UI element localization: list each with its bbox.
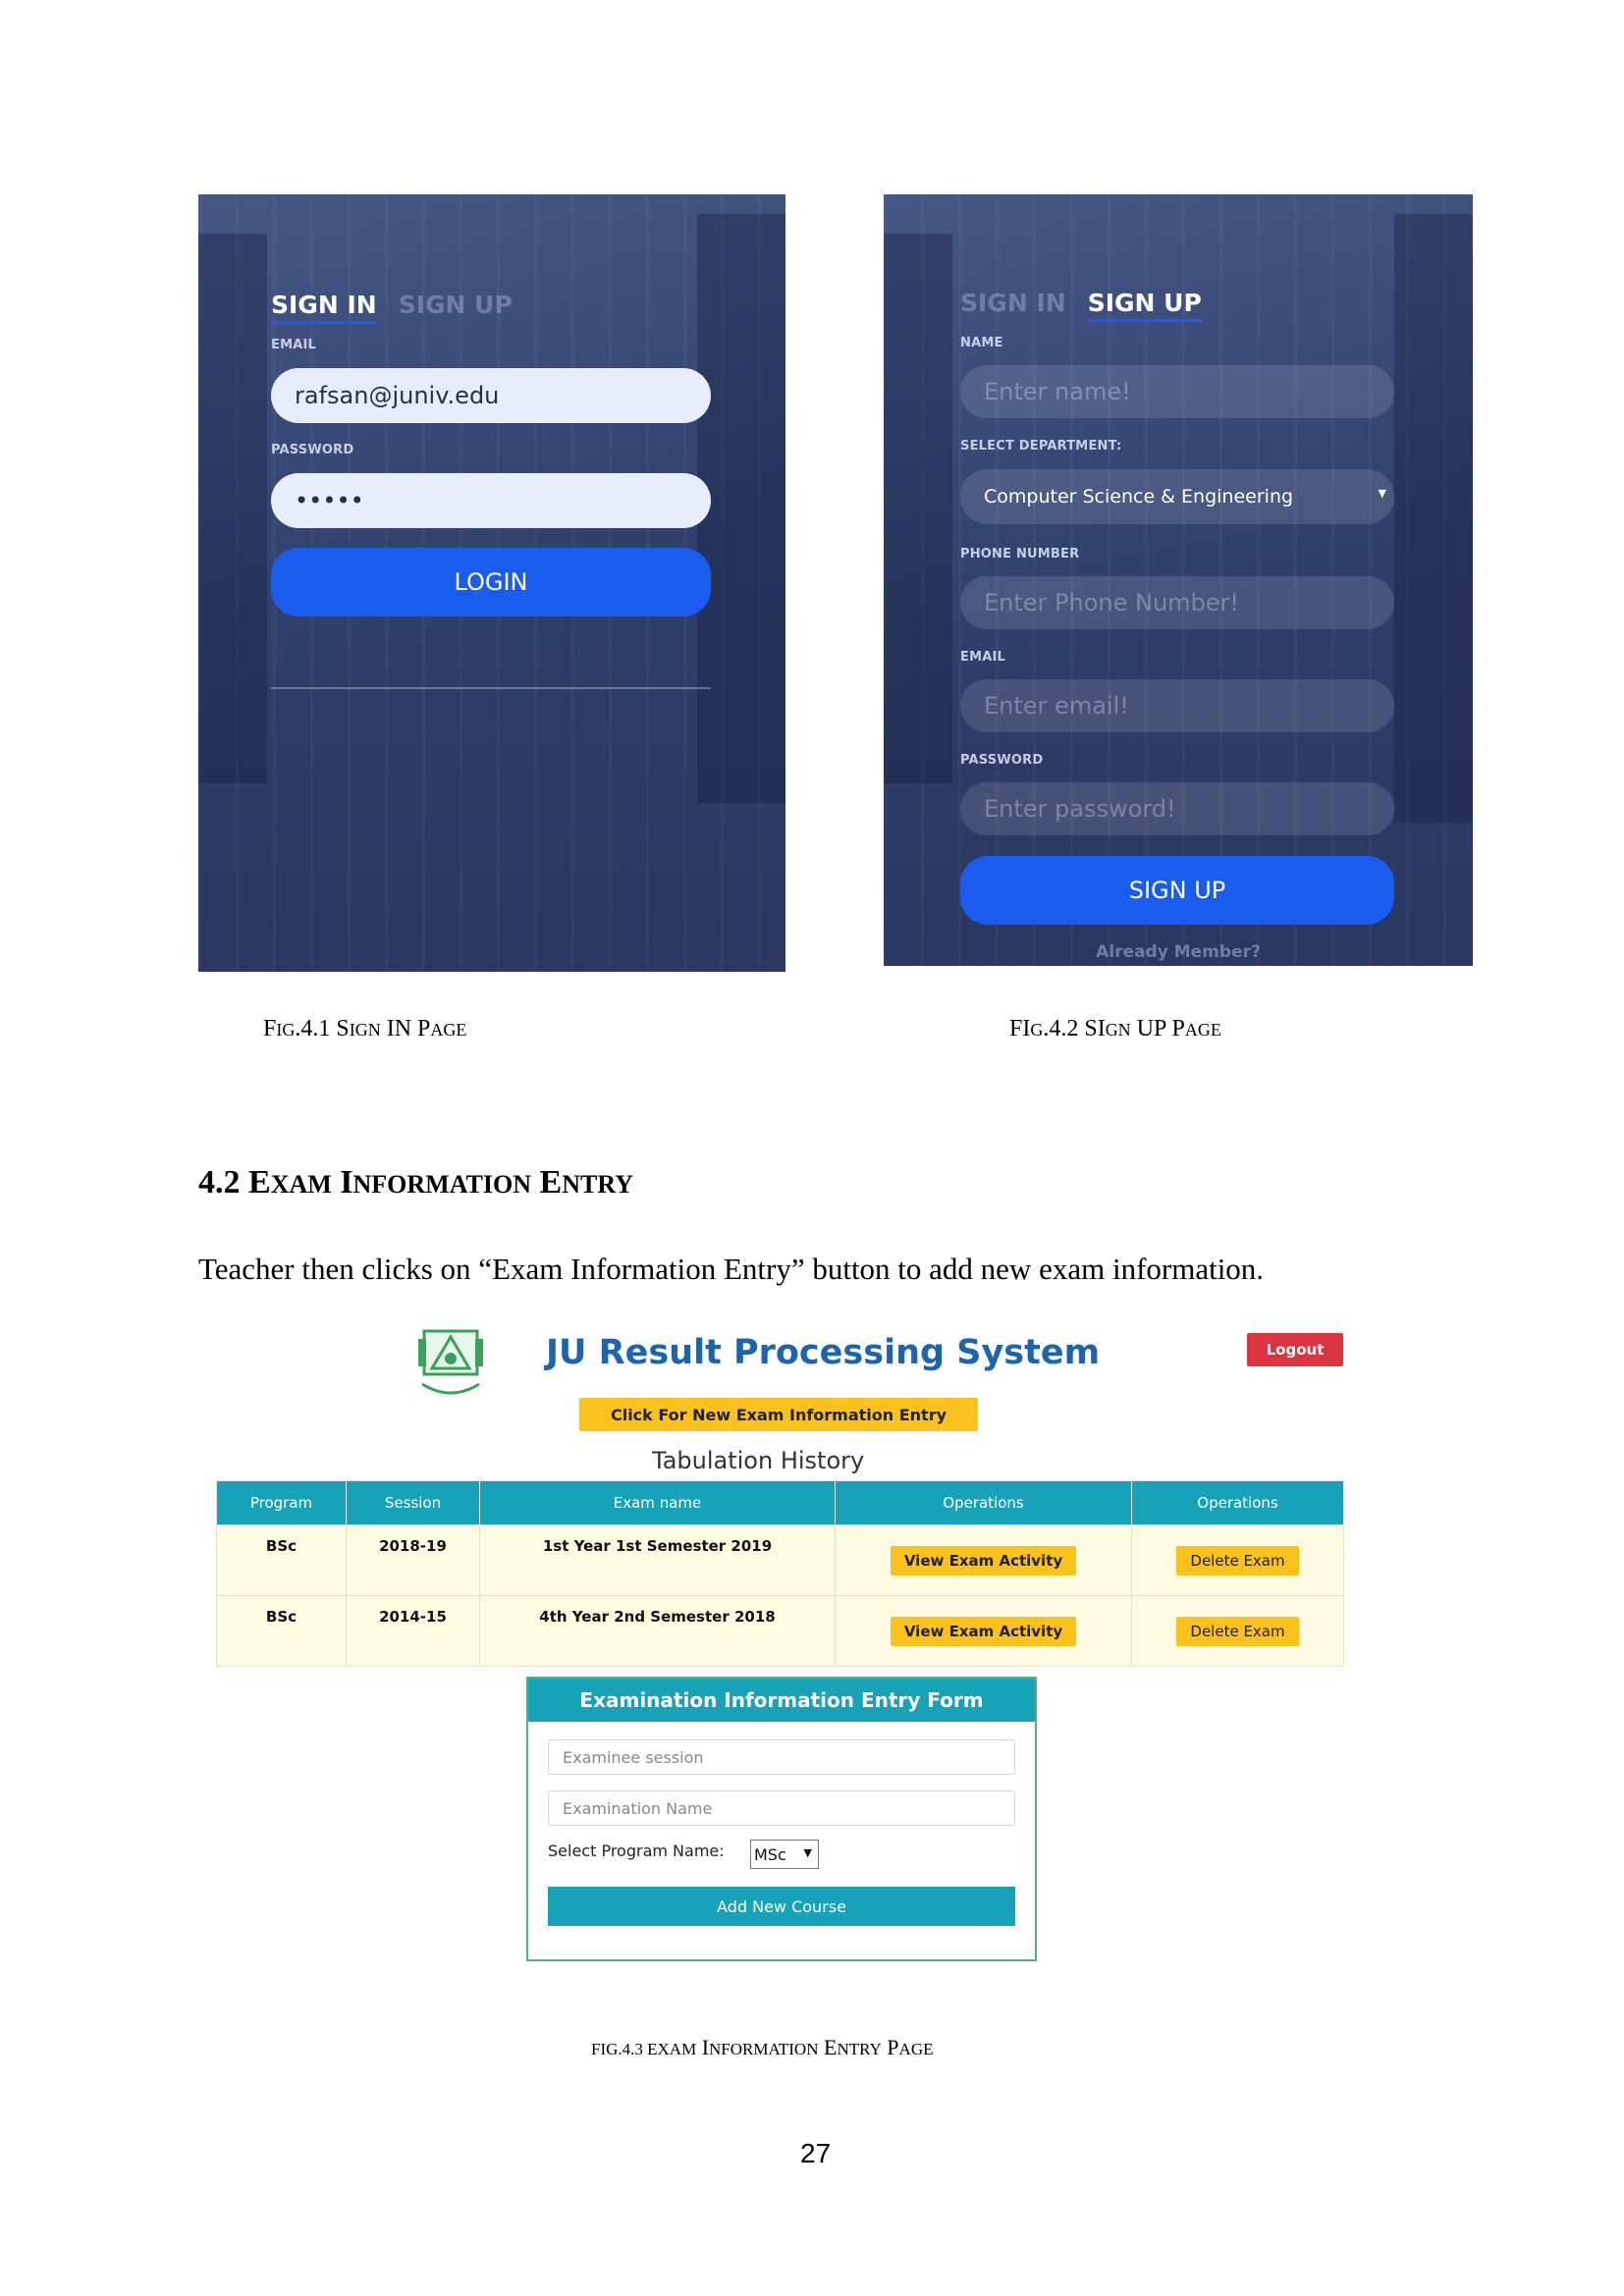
view-exam-activity-button[interactable]: View Exam Activity: [890, 1616, 1077, 1646]
column-header: Operations: [835, 1480, 1132, 1525]
session-cell: 2014-15: [346, 1595, 480, 1667]
signup-panel: SIGN IN SIGN UP NAME Enter name! SELECT …: [884, 194, 1473, 966]
view-cell: View Exam Activity: [835, 1595, 1132, 1667]
logout-button[interactable]: Logout: [1247, 1333, 1343, 1366]
university-logo: [418, 1329, 483, 1395]
figure-caption: FIG.4.1 SIGN IN PAGE: [263, 1016, 467, 1041]
signin-panel: SIGN IN SIGN UP EMAIL rafsan@juniv.edu P…: [198, 194, 785, 972]
name-label: NAME: [960, 336, 1003, 350]
tab-signin[interactable]: SIGN IN: [271, 291, 377, 324]
app-title: JU Result Processing System: [546, 1333, 1101, 1372]
program-label: Select Program Name:: [548, 1842, 725, 1860]
password-field[interactable]: Enter password!: [960, 782, 1394, 835]
page-number: 27: [800, 2138, 832, 2168]
signup-button[interactable]: SIGN UP: [960, 856, 1394, 925]
column-header: Program: [216, 1480, 347, 1525]
view-cell: View Exam Activity: [835, 1524, 1132, 1596]
name-field[interactable]: Enter name!: [960, 365, 1394, 418]
table-row: BSc 2014-15 4th Year 2nd Semester 2018 V…: [216, 1595, 1344, 1667]
chevron-down-icon: ▼: [803, 1846, 812, 1859]
tab-signin[interactable]: SIGN IN: [960, 289, 1066, 322]
background-building: [697, 214, 785, 803]
program-cell: BSc: [216, 1595, 347, 1667]
background-building: [1394, 214, 1473, 823]
password-label: PASSWORD: [271, 443, 354, 457]
department-label: SELECT DEPARTMENT:: [960, 439, 1122, 454]
table-header-row: Program Session Exam name Operations Ope…: [216, 1480, 1344, 1525]
history-title: Tabulation History: [652, 1447, 865, 1474]
delete-cell: Delete Exam: [1131, 1595, 1344, 1667]
delete-cell: Delete Exam: [1131, 1524, 1344, 1596]
body-paragraph: Teacher then clicks on “Exam Information…: [198, 1252, 1265, 1286]
program-select[interactable]: MSc ▼: [750, 1840, 819, 1869]
tabulation-history-table: Program Session Exam name Operations Ope…: [216, 1480, 1344, 1667]
column-header: Exam name: [479, 1480, 836, 1525]
email-field[interactable]: Enter email!: [960, 679, 1394, 732]
department-select[interactable]: Computer Science & Engineering ▼: [960, 469, 1394, 524]
delete-exam-button[interactable]: Delete Exam: [1176, 1545, 1299, 1575]
password-label: PASSWORD: [960, 753, 1044, 768]
department-value: Computer Science & Engineering: [984, 486, 1294, 507]
tab-signup[interactable]: SIGN UP: [399, 291, 513, 324]
program-value: MSc: [754, 1844, 786, 1864]
email-label: EMAIL: [960, 650, 1005, 665]
form-title: Examination Information Entry Form: [528, 1679, 1035, 1722]
exam-name-cell: 1st Year 1st Semester 2019: [479, 1524, 836, 1596]
figure-caption: FIG.4.2 SIGN UP PAGE: [1009, 1016, 1221, 1041]
login-button[interactable]: LOGIN: [271, 548, 711, 616]
chevron-down-icon: ▼: [1378, 487, 1386, 500]
exam-name-cell: 4th Year 2nd Semester 2018: [479, 1595, 836, 1667]
column-header: Session: [346, 1480, 480, 1525]
section-heading: 4.2 EXAM INFORMATION ENTRY: [198, 1164, 633, 1201]
password-field[interactable]: •••••: [271, 473, 711, 528]
column-header: Operations: [1131, 1480, 1344, 1525]
table-row: BSc 2018-19 1st Year 1st Semester 2019 V…: [216, 1524, 1344, 1596]
examination-name-input[interactable]: Examination Name: [548, 1790, 1015, 1826]
email-field[interactable]: rafsan@juniv.edu: [271, 368, 711, 423]
figure-caption: FIG.4.3 EXAM INFORMATION ENTRY PAGE: [591, 2035, 934, 2059]
new-exam-entry-button[interactable]: Click For New Exam Information Entry: [579, 1398, 978, 1431]
background-building: [884, 234, 952, 783]
add-new-course-button[interactable]: Add New Course: [548, 1887, 1015, 1926]
already-member-link[interactable]: Already Member?: [884, 942, 1473, 962]
view-exam-activity-button[interactable]: View Exam Activity: [890, 1545, 1077, 1575]
phone-label: PHONE NUMBER: [960, 547, 1080, 561]
divider: [271, 687, 711, 689]
exam-entry-form: Examination Information Entry Form Exami…: [526, 1677, 1037, 1961]
email-label: EMAIL: [271, 338, 316, 352]
delete-exam-button[interactable]: Delete Exam: [1176, 1616, 1299, 1646]
examinee-session-input[interactable]: Examinee session: [548, 1739, 1015, 1775]
phone-field[interactable]: Enter Phone Number!: [960, 576, 1394, 629]
session-cell: 2018-19: [346, 1524, 480, 1596]
background-building: [198, 234, 267, 783]
tab-signup[interactable]: SIGN UP: [1087, 289, 1202, 322]
program-cell: BSc: [216, 1524, 347, 1596]
